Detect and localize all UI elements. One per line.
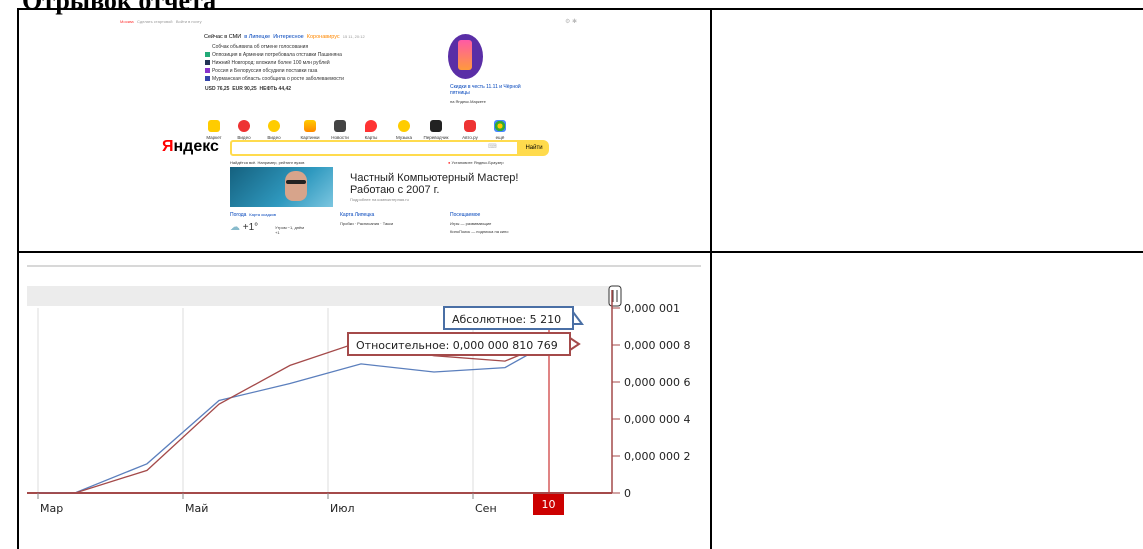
x-tick-label: Сен — [475, 502, 497, 515]
y-tick-label: 0,000 000 8 — [624, 339, 690, 352]
pause-icon[interactable] — [608, 285, 622, 307]
y-tick-label: 0 — [624, 487, 631, 500]
x-tick-label: Мар — [40, 502, 63, 515]
y-tick-label: 0,000 000 4 — [624, 413, 690, 426]
y-tick-label: 0,000 001 — [624, 302, 680, 315]
cursor-label: 10 — [542, 498, 556, 511]
tooltip-relative-text: Относительное: 0,000 000 810 769 — [356, 339, 558, 352]
x-tick-label: Июл — [330, 502, 355, 515]
y-tick-label: 0,000 000 2 — [624, 450, 690, 463]
x-tick-label: Май — [185, 502, 208, 515]
tooltip-absolute: Абсолютное: 5 210 — [443, 306, 584, 330]
tooltip-absolute-text: Абсолютное: 5 210 — [452, 313, 561, 326]
series-relative-line — [37, 340, 550, 494]
chart-navigator[interactable] — [27, 286, 612, 306]
series-absolute-line — [37, 342, 550, 494]
stats-chart: Мар Май Июл Сен 0,000 001 0,000 000 8 0,000 00… — [27, 265, 701, 515]
tooltip-relative: Относительное: 0,000 000 810 769 — [347, 332, 581, 356]
y-tick-label: 0,000 000 6 — [624, 376, 690, 389]
